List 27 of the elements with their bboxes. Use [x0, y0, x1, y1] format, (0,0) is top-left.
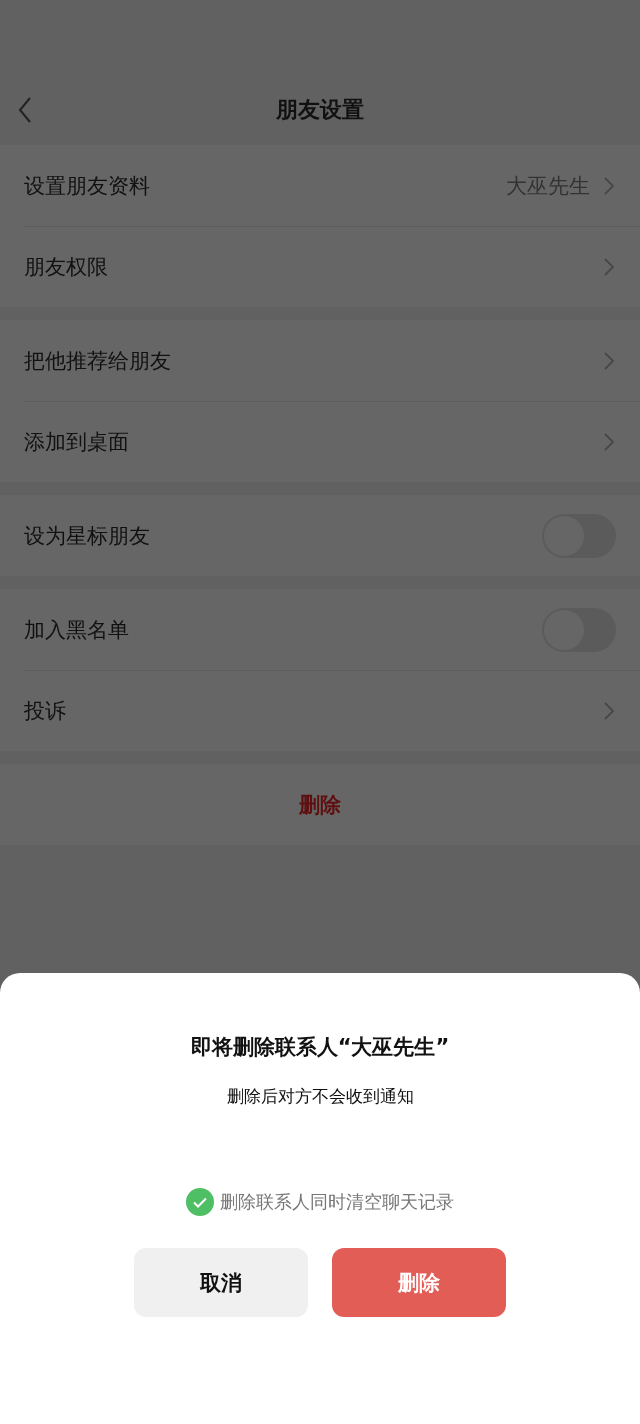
checkbox-checked-icon[interactable] — [186, 1188, 214, 1216]
page-title: 朋友设置 — [276, 96, 364, 124]
delete-button[interactable]: 删除 — [0, 764, 640, 845]
row-label: 朋友权限 — [24, 253, 109, 281]
settings-row[interactable]: 添加到桌面 — [0, 401, 640, 482]
danger-button[interactable]: 删除 — [332, 1248, 506, 1317]
settings-row[interactable]: 朋友权限 — [0, 226, 640, 307]
settings-row[interactable]: 把他推荐给朋友 — [0, 320, 640, 401]
row-label: 添加到桌面 — [24, 428, 130, 456]
back-icon[interactable] — [18, 97, 32, 123]
chevron-icon — [604, 257, 614, 276]
settings-row[interactable]: 加入黑名单 — [0, 589, 640, 670]
chevron-icon — [604, 701, 614, 720]
row-label: 把他推荐给朋友 — [24, 347, 172, 375]
chevron-icon — [604, 351, 614, 370]
chevron-icon — [604, 432, 614, 451]
row-label: 投诉 — [24, 697, 67, 725]
dialog-title: 即将删除联系人“大巫先生” — [190, 1034, 450, 1061]
row-label: 加入黑名单 — [24, 616, 130, 644]
dialog-message: 删除后对方不会收到通知 — [226, 1085, 414, 1108]
option-label: 删除联系人同时清空聊天记录 — [220, 1190, 454, 1214]
chevron-icon — [604, 176, 614, 195]
cancel-button[interactable]: 取消 — [134, 1248, 308, 1317]
row-label: 设为星标朋友 — [24, 522, 151, 550]
row-label: 设置朋友资料 — [24, 172, 151, 200]
settings-row[interactable]: 投诉 — [0, 670, 640, 751]
settings-row[interactable]: 设为星标朋友 — [0, 495, 640, 576]
